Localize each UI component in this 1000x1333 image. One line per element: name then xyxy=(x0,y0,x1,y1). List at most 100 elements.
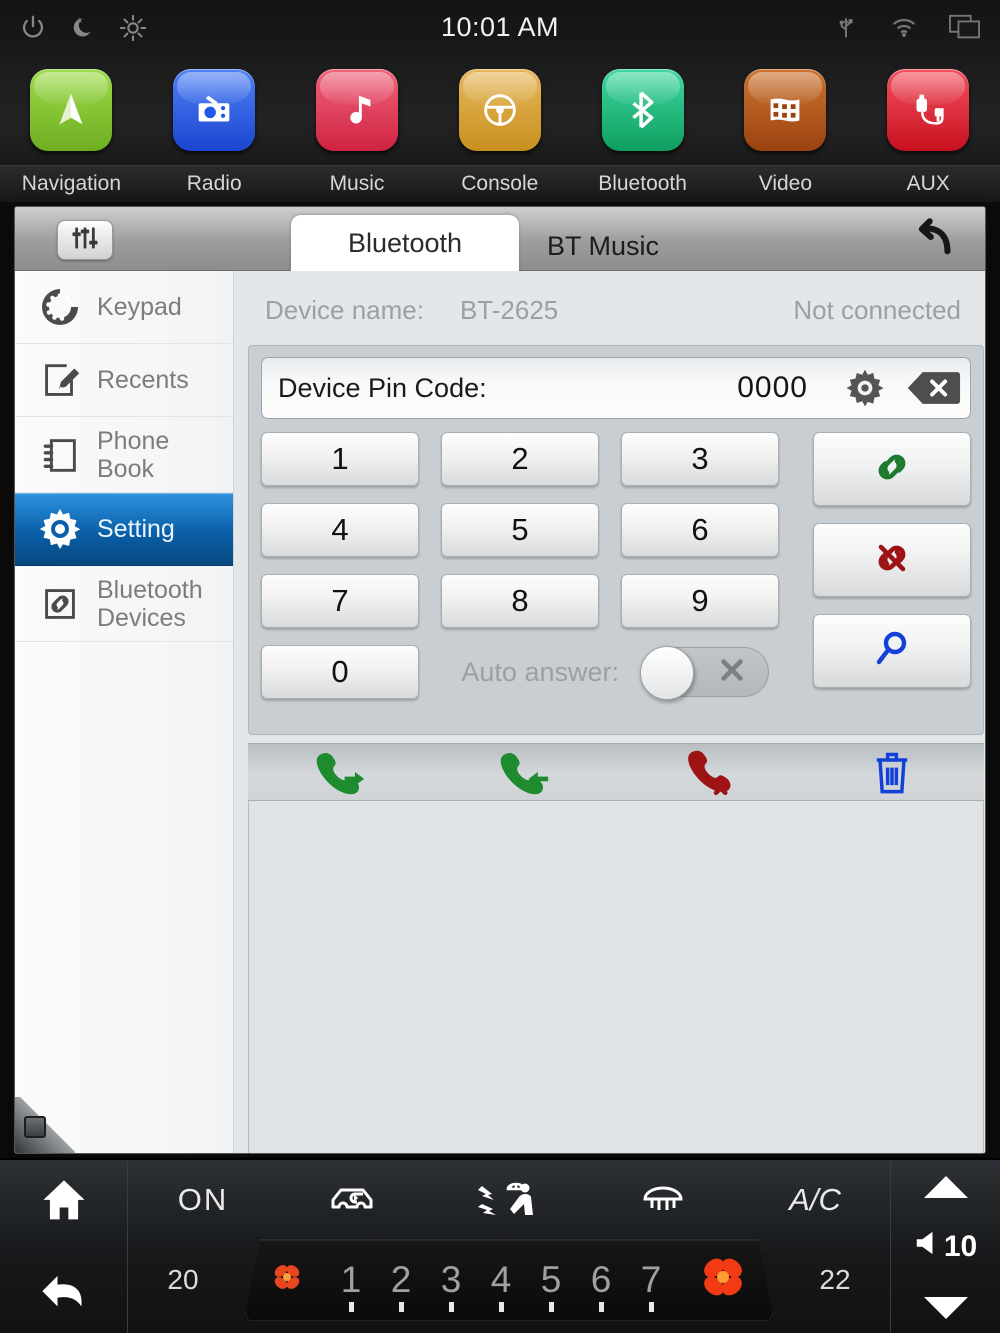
temp-left[interactable]: 20 xyxy=(128,1264,238,1296)
ac-button[interactable]: A/C xyxy=(740,1182,890,1218)
speaker-icon xyxy=(914,1229,938,1265)
app-video[interactable] xyxy=(714,69,857,151)
sidebar-item-phone-book[interactable]: Phone Book xyxy=(15,417,233,493)
app-label-bluetooth: Bluetooth xyxy=(598,172,687,195)
key-2[interactable]: 2 xyxy=(441,432,599,486)
missed-call-button[interactable] xyxy=(616,749,800,795)
x-icon xyxy=(718,656,746,689)
multitask-icon[interactable] xyxy=(948,13,980,43)
connect-button[interactable] xyxy=(813,432,971,506)
app-bluetooth[interactable] xyxy=(571,69,714,151)
steering-wheel-icon xyxy=(458,69,541,151)
key-5[interactable]: 5 xyxy=(441,503,599,557)
sidebar-item-keypad[interactable]: Keypad xyxy=(15,271,233,344)
key-8[interactable]: 8 xyxy=(441,574,599,628)
app-label-video: Video xyxy=(758,172,813,195)
home-button[interactable] xyxy=(38,1175,90,1232)
backspace-button[interactable] xyxy=(896,369,970,407)
keypad-row: 7 8 9 xyxy=(261,574,781,628)
key-3[interactable]: 3 xyxy=(621,432,779,486)
temp-right[interactable]: 22 xyxy=(780,1264,890,1296)
numeric-keypad: 1 2 3 4 5 6 7 8 9 0 Auto answer: xyxy=(261,432,781,700)
equalizer-icon xyxy=(69,225,101,256)
search-button[interactable] xyxy=(813,614,971,688)
fan-level-4[interactable]: 4 xyxy=(487,1259,515,1312)
film-strip-icon xyxy=(744,69,827,151)
key-0[interactable]: 0 xyxy=(261,645,419,699)
back-button[interactable] xyxy=(38,1263,90,1320)
app-label-aux: AUX xyxy=(906,172,950,195)
pin-code-label: Device Pin Code: xyxy=(278,372,487,403)
app-console[interactable] xyxy=(428,69,571,151)
recirculation-button[interactable] xyxy=(278,1181,432,1220)
equalizer-button[interactable] xyxy=(57,220,113,260)
pin-code-value: 0000 xyxy=(737,371,808,404)
key-6[interactable]: 6 xyxy=(621,503,779,557)
key-1[interactable]: 1 xyxy=(261,432,419,486)
tab-bluetooth[interactable]: Bluetooth xyxy=(291,215,519,271)
radio-icon xyxy=(173,69,256,151)
gear-icon xyxy=(31,500,89,558)
app-labels: Navigation Radio Music Console Bluetooth… xyxy=(0,165,1000,202)
pin-code-bar[interactable]: Device Pin Code: 0000 xyxy=(261,357,971,419)
fan-level-5[interactable]: 5 xyxy=(537,1259,565,1312)
disconnect-button[interactable] xyxy=(813,523,971,597)
magnifier-icon xyxy=(868,625,916,678)
outgoing-call-button[interactable] xyxy=(248,749,432,795)
defrost-icon xyxy=(638,1179,688,1222)
volume-column: 10 xyxy=(890,1160,1000,1333)
key-4[interactable]: 4 xyxy=(261,503,419,557)
climate-bar: ON A/C 20 1 2 3 4 5 6 7 22 10 xyxy=(0,1158,1000,1333)
connection-status: Not connected xyxy=(793,294,961,325)
fan-speed-panel[interactable]: 1 2 3 4 5 6 7 xyxy=(244,1238,774,1321)
fan-icon-large[interactable] xyxy=(695,1249,751,1310)
usb-icon xyxy=(832,13,862,43)
bluetooth-icon xyxy=(601,69,684,151)
pin-settings-button[interactable] xyxy=(834,366,896,410)
note-pencil-icon xyxy=(31,351,89,409)
auto-answer-row: 0 Auto answer: xyxy=(261,645,781,700)
wifi-icon xyxy=(890,13,920,43)
key-9[interactable]: 9 xyxy=(621,574,779,628)
settings-pane: Device name: BT-2625 Not connected Devic… xyxy=(248,295,984,735)
volume-up-button[interactable] xyxy=(923,1175,968,1198)
tab-bt-music[interactable]: BT Music xyxy=(519,221,687,271)
app-launcher xyxy=(0,55,1000,165)
airflow-button[interactable] xyxy=(432,1176,586,1225)
key-7[interactable]: 7 xyxy=(261,574,419,628)
window-resize-handle[interactable] xyxy=(15,1097,75,1153)
fan-level-2[interactable]: 2 xyxy=(387,1259,415,1312)
airflow-seat-icon xyxy=(478,1176,540,1225)
volume-down-button[interactable] xyxy=(923,1297,968,1320)
app-music[interactable] xyxy=(286,69,429,151)
call-list-area[interactable] xyxy=(248,801,984,1153)
toggle-knob[interactable] xyxy=(640,646,694,700)
status-bar: 10:01 AM xyxy=(0,0,1000,55)
resize-handle-square[interactable] xyxy=(24,1116,46,1138)
aux-cable-icon xyxy=(887,69,970,151)
delete-button[interactable] xyxy=(800,748,984,796)
fan-level-1[interactable]: 1 xyxy=(337,1259,365,1312)
climate-top-row: ON A/C xyxy=(128,1168,890,1232)
sidebar-label-phone-book: Phone Book xyxy=(97,426,170,483)
defrost-button[interactable] xyxy=(586,1179,740,1222)
app-aux[interactable] xyxy=(857,69,1000,151)
fan-icon-small[interactable] xyxy=(267,1257,307,1302)
sidebar-item-bluetooth-devices[interactable]: Bluetooth Devices xyxy=(15,566,233,642)
app-navigation[interactable] xyxy=(0,69,143,151)
volume-display: 10 xyxy=(914,1229,977,1265)
climate-power-state[interactable]: ON xyxy=(128,1182,278,1218)
chain-link-icon xyxy=(868,443,916,496)
incoming-call-button[interactable] xyxy=(432,749,616,795)
auto-answer-toggle[interactable] xyxy=(640,646,769,700)
device-name-value: BT-2625 xyxy=(459,294,559,325)
infotainment-screen: 10:01 AM Navigation Radio Music Console … xyxy=(0,0,1000,1333)
fan-level-3[interactable]: 3 xyxy=(437,1259,465,1312)
fan-level-7[interactable]: 7 xyxy=(637,1259,665,1312)
back-button[interactable] xyxy=(907,217,959,261)
window-header: Bluetooth BT Music xyxy=(15,207,985,271)
sidebar-item-recents[interactable]: Recents xyxy=(15,344,233,417)
sidebar-item-setting[interactable]: Setting xyxy=(15,493,233,566)
fan-level-6[interactable]: 6 xyxy=(587,1259,615,1312)
app-radio[interactable] xyxy=(143,69,286,151)
